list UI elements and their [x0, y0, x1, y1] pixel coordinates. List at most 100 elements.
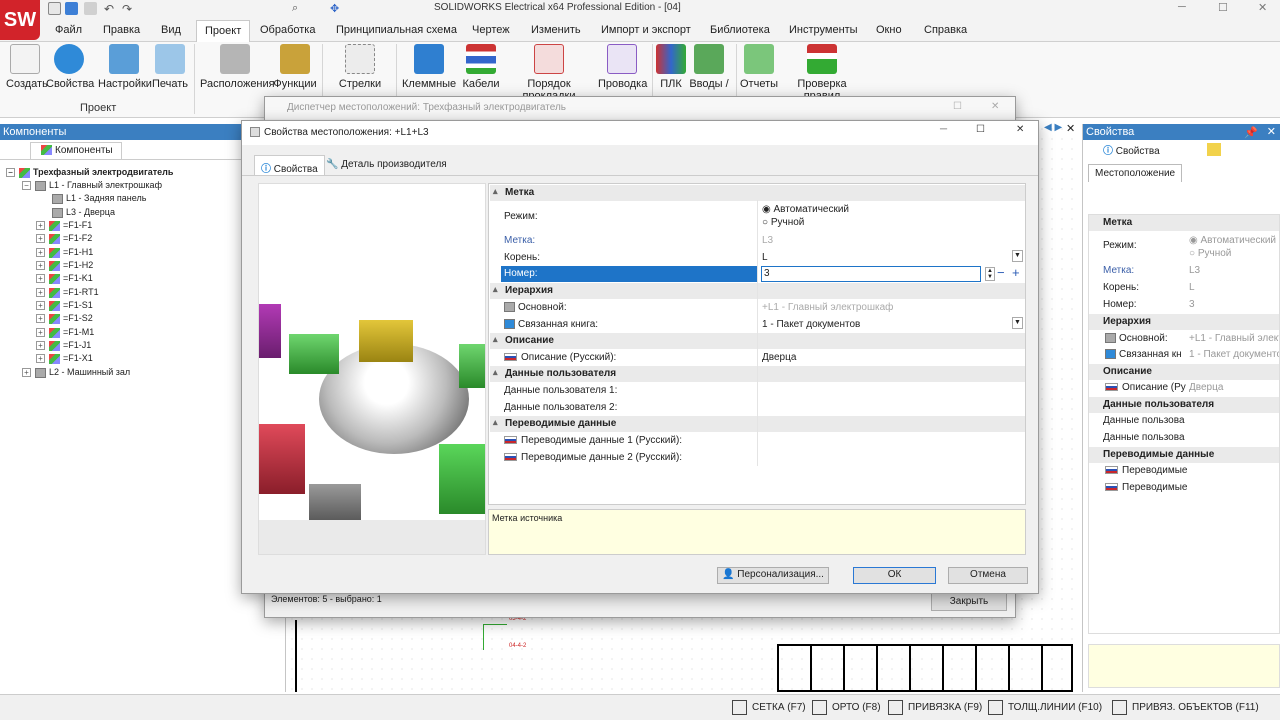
book-value[interactable]: 1 - Пакет документов — [762, 319, 860, 330]
menu-modify[interactable]: Изменить — [531, 24, 581, 36]
tree-item[interactable]: + =F1-H1 — [36, 247, 93, 258]
maximize-button[interactable]: ☐ — [1218, 1, 1228, 14]
tree-item[interactable]: + =F1-X1 — [36, 353, 93, 364]
cables-button[interactable]: Кабели — [462, 44, 500, 90]
rules-check-button[interactable]: Проверка правил — [780, 44, 864, 102]
menu-help[interactable]: Справка — [924, 24, 967, 36]
line-weight-toggle[interactable]: ТОЛЩ.ЛИНИИ (F10) — [984, 697, 1106, 719]
grid-toggle[interactable]: СЕТКА (F7) — [728, 697, 810, 719]
plc-button[interactable]: ПЛК — [656, 44, 686, 90]
tree-item[interactable]: L1 - Задняя панель — [52, 193, 146, 204]
panel-close-icon[interactable]: ✕ — [1267, 125, 1276, 138]
info-icon: ⓘ — [1103, 146, 1113, 157]
mode-auto-radio[interactable]: ◉ Автоматический — [762, 204, 849, 215]
cancel-button[interactable]: Отмена — [948, 567, 1028, 584]
pan-icon[interactable]: ✥ — [330, 2, 343, 15]
zoom-icon[interactable]: ⌕ — [292, 2, 305, 15]
close-button[interactable]: ✕ — [1258, 1, 1267, 14]
decrement-button[interactable]: − — [997, 266, 1005, 280]
menu-bar: Файл Правка Вид Проект Обработка Принцип… — [0, 18, 1280, 42]
properties-panel: Свойства 📌 ✕ ⓘ Свойства Местоположение Мет… — [1082, 124, 1280, 692]
functions-label: Функции — [273, 78, 317, 90]
routing-icon — [534, 44, 564, 74]
properties-button[interactable]: Свойства — [46, 44, 94, 90]
properties-tab[interactable]: ⓘ Свойства — [1103, 142, 1160, 157]
wiring-label: Проводка — [598, 78, 648, 90]
menu-file[interactable]: Файл — [55, 24, 82, 36]
cables-label: Кабели — [462, 78, 500, 90]
tree-item[interactable]: + =F1-S2 — [36, 313, 93, 324]
tree-root[interactable]: − Трехфазный электродвигатель — [6, 167, 173, 178]
ok-button[interactable]: ОК — [853, 567, 936, 584]
print-icon[interactable] — [84, 2, 97, 15]
user-data-2-label: Данные пользователя 2: — [504, 402, 618, 413]
personalize-button[interactable]: 👤 Персонализация... — [717, 567, 829, 584]
close-button[interactable]: ✕ — [1016, 124, 1024, 135]
menu-library[interactable]: Библиотека — [710, 24, 770, 36]
menu-edit[interactable]: Правка — [103, 24, 140, 36]
maximize-button[interactable]: ☐ — [976, 124, 985, 135]
app-logo[interactable]: SW — [0, 0, 40, 40]
number-spinner[interactable]: ▲ ▼ — [985, 267, 995, 281]
terminals-button[interactable]: Клеммные — [402, 44, 456, 90]
tree-item[interactable]: + =F1-M1 — [36, 327, 94, 338]
minimize-button[interactable]: ─ — [1178, 1, 1186, 13]
root-dropdown[interactable]: ▼ — [1012, 250, 1023, 262]
new-icon[interactable] — [48, 2, 61, 15]
menu-import-export[interactable]: Импорт и экспорт — [601, 24, 691, 36]
save-icon[interactable] — [65, 2, 78, 15]
components-tab[interactable]: Компоненты — [30, 142, 122, 159]
object-snap-toggle[interactable]: ПРИВЯЗ. ОБЪЕКТОВ (F11) — [1108, 697, 1263, 719]
redo-icon[interactable]: ↷ — [122, 2, 135, 16]
tree-item[interactable]: + =F1-F1 — [36, 220, 92, 231]
book-dropdown[interactable]: ▼ — [1012, 317, 1023, 329]
favorite-icon[interactable] — [1207, 143, 1221, 156]
menu-view[interactable]: Вид — [161, 24, 181, 36]
tree-item[interactable]: + =F1-RT1 — [36, 287, 99, 298]
menu-project[interactable]: Проект — [196, 20, 251, 42]
tree-item[interactable]: + =F1-H2 — [36, 260, 93, 271]
tab-manufacturer-part[interactable]: 🔧 Деталь производителя — [326, 159, 447, 170]
menu-tools[interactable]: Инструменты — [789, 24, 858, 36]
reports-button[interactable]: Отчеты — [740, 44, 778, 90]
description-value[interactable]: Дверца — [762, 352, 796, 363]
tree-item[interactable]: + L2 - Машинный зал — [22, 367, 130, 378]
maximize-button[interactable]: ☐ — [953, 101, 962, 112]
snap-icon — [888, 700, 903, 715]
tree-item[interactable]: + =F1-S1 — [36, 300, 93, 311]
close-dialog-button[interactable]: Закрыть — [931, 593, 1007, 611]
menu-processing[interactable]: Обработка — [260, 24, 315, 36]
tab-properties[interactable]: ⓘ Свойства — [254, 155, 325, 175]
location-subtab[interactable]: Местоположение — [1088, 164, 1183, 182]
menu-drawing[interactable]: Чертеж — [472, 24, 510, 36]
inputs-button[interactable]: Вводы / — [688, 44, 730, 90]
tree-item[interactable]: + =F1-J1 — [36, 340, 91, 351]
increment-button[interactable]: + — [1012, 266, 1020, 280]
pin-icon[interactable]: 📌 — [1244, 126, 1258, 139]
locations-button[interactable]: Расположения — [200, 44, 275, 90]
root-value[interactable]: L — [762, 252, 768, 263]
settings-button[interactable]: Настройки — [98, 44, 152, 90]
wiring-button[interactable]: Проводка — [598, 44, 648, 90]
undo-icon[interactable]: ↶ — [104, 2, 117, 16]
minimize-button[interactable]: ─ — [940, 124, 947, 135]
print-button[interactable]: Печать — [152, 44, 188, 90]
tree-item[interactable]: − L1 - Главный электрошкаф — [22, 180, 162, 191]
tree-item[interactable]: + =F1-F2 — [36, 233, 92, 244]
menu-window[interactable]: Окно — [876, 24, 902, 36]
create-button[interactable]: Создать — [6, 44, 48, 90]
tree-item[interactable]: + =F1-K1 — [36, 273, 93, 284]
ortho-toggle[interactable]: ОРТО (F8) — [808, 697, 885, 719]
close-button[interactable]: ✕ — [991, 101, 999, 112]
tree-item[interactable]: L3 - Дверца — [52, 207, 115, 218]
snap-toggle[interactable]: ПРИВЯЗКА (F9) — [884, 697, 986, 719]
number-input[interactable]: 3 — [761, 266, 981, 282]
arrows-button[interactable]: Стрелки — [338, 44, 382, 90]
object-snap-icon — [1112, 700, 1127, 715]
panel-close-icon[interactable]: ✕ — [1066, 122, 1075, 135]
functions-button[interactable]: Функции — [272, 44, 318, 90]
routing-order-button[interactable]: Порядок прокладки — [502, 44, 596, 102]
menu-schematic[interactable]: Принципиальная схема — [336, 24, 457, 36]
panel-nav-arrows[interactable]: ◀ ▶ — [1044, 122, 1062, 133]
mode-manual-radio[interactable]: ○ Ручной — [762, 217, 804, 228]
